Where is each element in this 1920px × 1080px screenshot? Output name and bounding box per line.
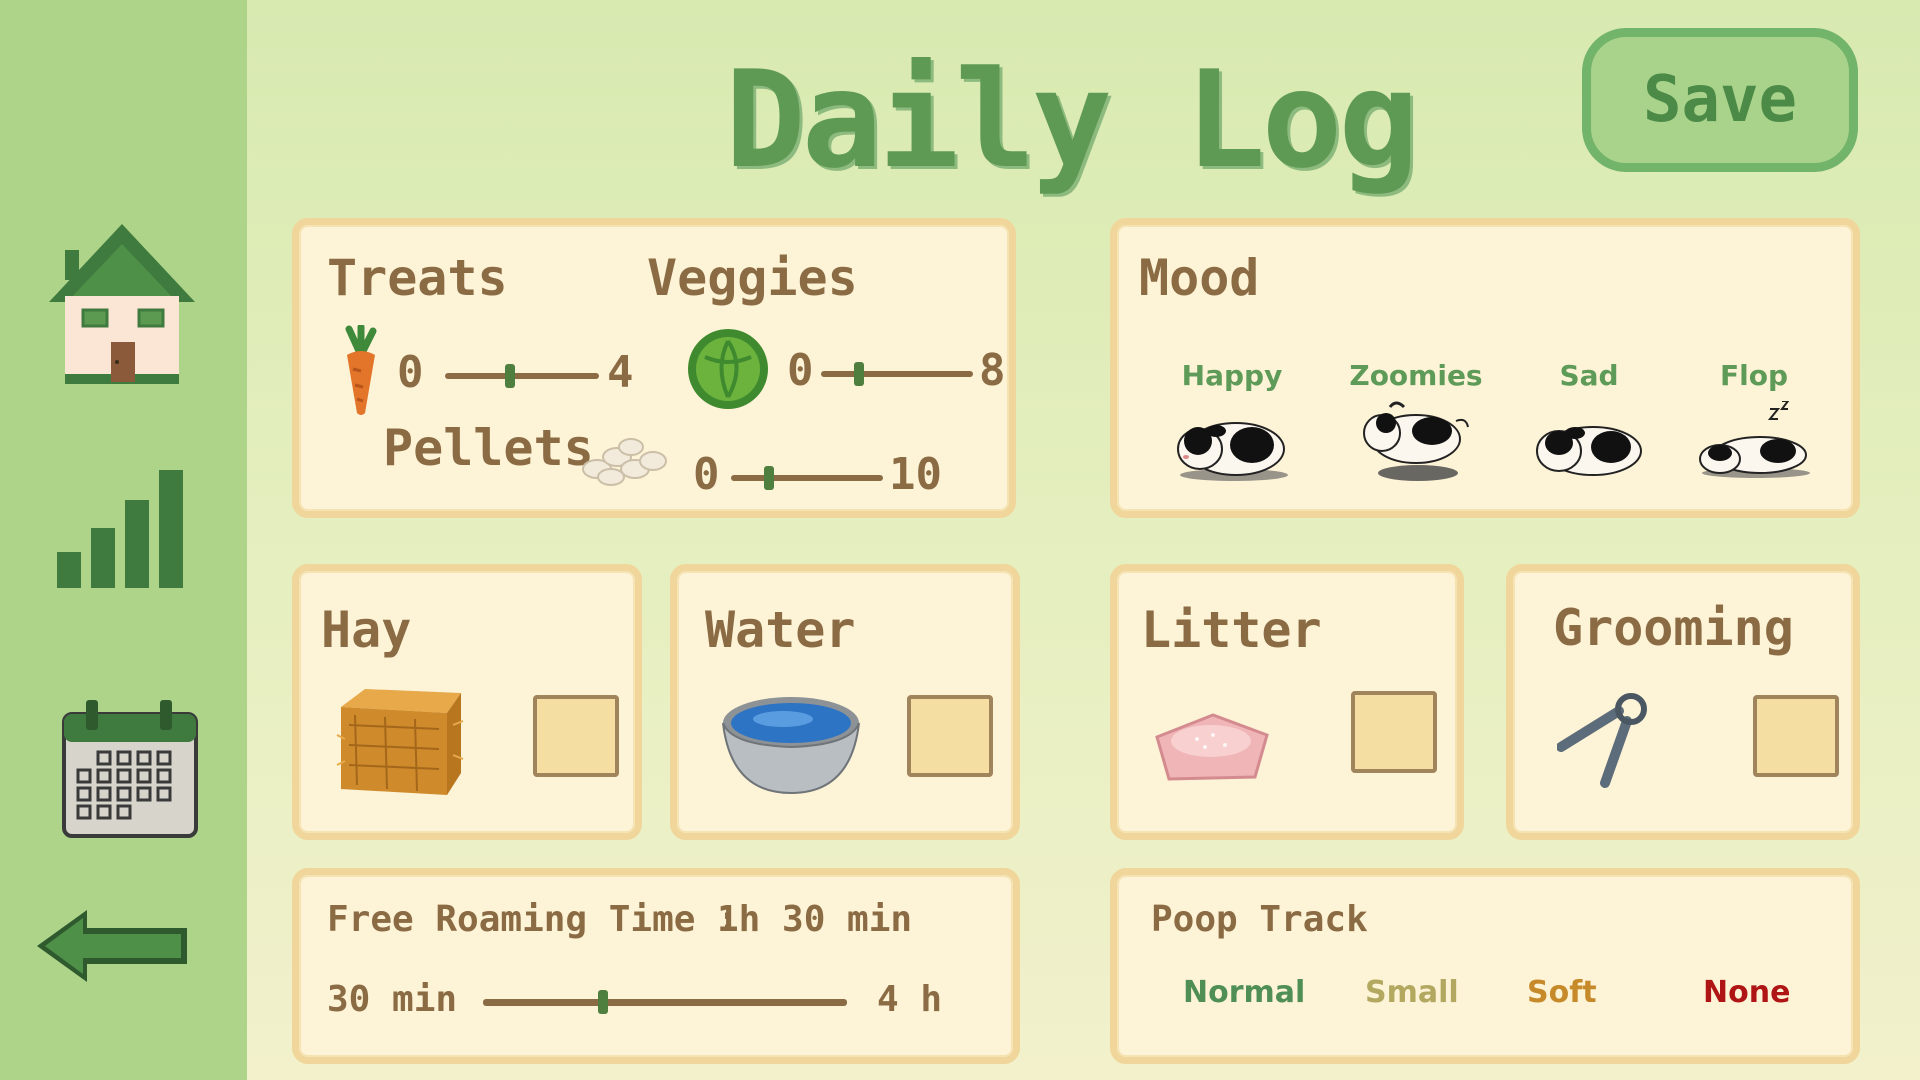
sad-bunny-icon xyxy=(1536,426,1642,476)
pellets-heading: Pellets xyxy=(383,419,594,477)
zoomies-bunny-icon xyxy=(1363,401,1469,481)
treats-max: 4 xyxy=(607,347,634,398)
save-button[interactable]: Save xyxy=(1582,28,1858,172)
poop-heading: Poop Track xyxy=(1151,899,1368,940)
bar-chart-icon xyxy=(57,470,183,588)
calendar-button[interactable] xyxy=(60,696,200,840)
veggies-min: 0 xyxy=(787,345,814,396)
carrot-icon xyxy=(345,325,377,415)
pellets-slider[interactable] xyxy=(731,466,883,490)
mood-sad-label: Sad xyxy=(1559,359,1619,392)
hay-heading: Hay xyxy=(321,601,412,659)
flop-bunny-icon xyxy=(1699,401,1810,478)
mood-zoomies-label: Zoomies xyxy=(1349,359,1483,392)
veggies-heading: Veggies xyxy=(647,249,858,307)
treats-min: 0 xyxy=(397,347,424,398)
litter-heading: Litter xyxy=(1141,601,1322,659)
water-panel: Water xyxy=(670,564,1020,840)
page-title: Daily Log xyxy=(724,42,1419,198)
water-bowl-icon xyxy=(722,697,860,795)
litter-box-icon xyxy=(1155,713,1269,781)
litter-panel: Litter xyxy=(1110,564,1464,840)
roaming-max-label: 4 h xyxy=(877,979,943,1020)
treats-slider[interactable] xyxy=(445,364,599,388)
grooming-heading: Grooming xyxy=(1553,599,1794,657)
mood-happy[interactable]: Happy xyxy=(1157,359,1307,499)
water-heading: Water xyxy=(705,601,856,659)
poop-normal-option[interactable]: Normal xyxy=(1183,975,1305,1010)
veggies-max: 8 xyxy=(979,345,1006,396)
poop-none-option[interactable]: None xyxy=(1703,975,1790,1010)
mood-panel: Mood Happy Zoomies Sad Flop xyxy=(1110,218,1860,518)
hay-panel: Hay xyxy=(292,564,642,840)
pellets-max: 10 xyxy=(889,449,942,500)
roaming-value: 1h 30 min xyxy=(717,899,913,940)
hay-bale-icon xyxy=(336,689,464,795)
roaming-slider-thumb[interactable] xyxy=(598,990,609,1014)
roaming-label: Free Roaming Time : xyxy=(327,899,739,940)
stats-button[interactable] xyxy=(55,466,185,590)
treats-heading: Treats xyxy=(327,249,508,307)
sidebar xyxy=(0,0,247,1080)
calendar-icon xyxy=(62,700,198,838)
litter-checkbox[interactable] xyxy=(1351,691,1437,773)
mood-zoomies[interactable]: Zoomies xyxy=(1341,359,1491,499)
grooming-panel: Grooming xyxy=(1506,564,1860,840)
treats-slider-thumb[interactable] xyxy=(504,364,515,388)
poop-soft-option[interactable]: Soft xyxy=(1527,975,1597,1010)
mood-sad[interactable]: Sad xyxy=(1514,359,1664,499)
roaming-panel: Free Roaming Time : 1h 30 min 30 min 4 h xyxy=(292,868,1020,1064)
back-arrow-icon xyxy=(37,910,187,982)
veggies-slider-thumb[interactable] xyxy=(854,362,864,386)
food-panel: Treats Veggies 0 4 0 8 Pellets 0 10 xyxy=(292,218,1016,518)
pellets-slider-thumb[interactable] xyxy=(764,466,774,490)
house-icon xyxy=(49,224,195,384)
pellets-icon xyxy=(582,438,667,486)
home-button[interactable] xyxy=(47,222,197,386)
roaming-min-label: 30 min xyxy=(327,979,458,1020)
pellets-min: 0 xyxy=(693,449,720,500)
mood-heading: Mood xyxy=(1139,249,1260,307)
happy-bunny-icon xyxy=(1177,422,1288,481)
mood-happy-label: Happy xyxy=(1181,359,1283,392)
back-button[interactable] xyxy=(35,908,190,984)
nail-clipper-icon xyxy=(1557,693,1647,788)
poop-small-option[interactable]: Small xyxy=(1365,975,1459,1010)
hay-checkbox[interactable] xyxy=(533,695,619,777)
mood-flop-label: Flop xyxy=(1719,359,1788,392)
poop-panel: Poop Track Normal Small Soft None xyxy=(1110,868,1860,1064)
veggies-slider[interactable] xyxy=(821,362,973,386)
mood-flop[interactable]: Flop xyxy=(1679,359,1829,499)
grooming-checkbox[interactable] xyxy=(1753,695,1839,777)
roaming-slider[interactable] xyxy=(483,990,847,1014)
cabbage-icon xyxy=(688,329,768,409)
water-checkbox[interactable] xyxy=(907,695,993,777)
